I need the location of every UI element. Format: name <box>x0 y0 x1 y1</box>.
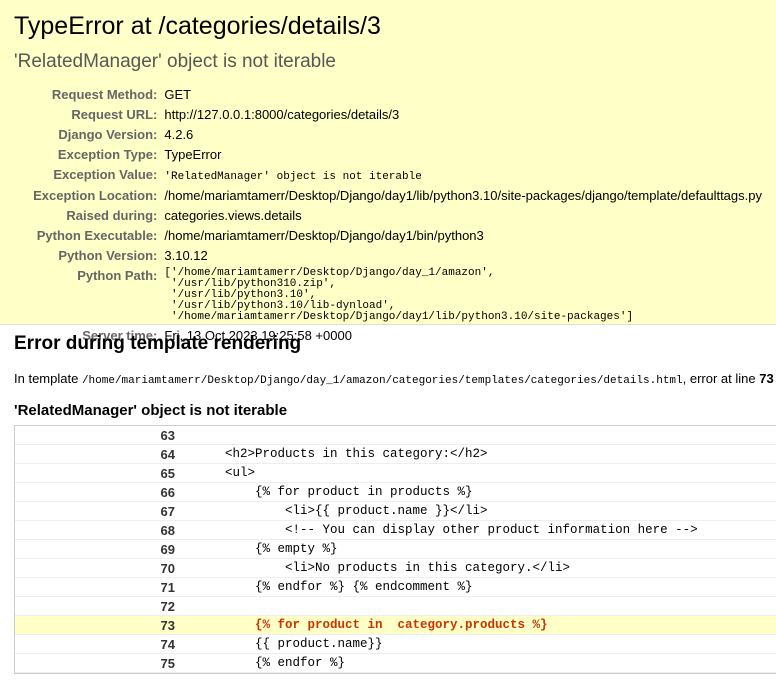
meta-value: categories.views.details <box>164 208 302 223</box>
template-info: In template /home/mariamtamerr/Desktop/D… <box>14 371 774 387</box>
line-code <box>183 596 776 616</box>
line-number: 75 <box>15 653 183 673</box>
meta-row: Exception Type: TypeError <box>14 145 762 165</box>
line-code: {% endfor %} <box>183 653 776 673</box>
page-title: TypeError at /categories/details/3 <box>14 12 381 40</box>
meta-row: Request Method: GET <box>14 85 762 105</box>
source-line: 64 <h2>Products in this category:</h2> <box>15 444 776 464</box>
line-code: {% endfor %} {% endcomment %} <box>183 577 776 597</box>
meta-row: Exception Value: 'RelatedManager' object … <box>14 165 762 186</box>
source-line: 72 <box>15 596 776 616</box>
line-number: 70 <box>15 558 183 578</box>
meta-label: Django Version: <box>58 127 158 142</box>
meta-value: GET <box>164 87 192 102</box>
line-number: 72 <box>15 596 183 616</box>
source-line: 71 {% endfor %} {% endcomment %} <box>15 577 776 597</box>
request-meta-table: Request Method: GET Request URL: http://127… <box>14 85 762 346</box>
meta-label: Request Method: <box>51 87 158 102</box>
line-number: 67 <box>15 501 183 521</box>
meta-row: Raised during: categories.views.details <box>14 206 762 226</box>
meta-value: 3.10.12 <box>164 248 208 263</box>
meta-value: TypeError <box>164 147 222 162</box>
line-number: 68 <box>15 520 183 540</box>
line-code: <!-- You can display other product infor… <box>183 520 776 540</box>
line-number: 63 <box>15 426 183 445</box>
meta-value: ['/home/mariamtamerr/Desktop/Django/day_… <box>164 266 762 326</box>
line-number: 73 <box>15 615 183 635</box>
exception-value: 'RelatedManager' object is not iterable <box>164 171 422 183</box>
meta-label: Raised during: <box>66 208 158 223</box>
template-error-message: 'RelatedManager' object is not iterable <box>14 402 288 419</box>
template-error-heading: Error during template rendering <box>14 333 302 354</box>
line-number: 69 <box>15 539 183 559</box>
meta-row: Python Executable: /home/mariamtamerr/Des… <box>14 226 762 246</box>
line-number: 66 <box>15 482 183 502</box>
meta-label: Exception Value: <box>53 167 158 182</box>
line-code: <h2>Products in this category:</h2> <box>183 444 776 464</box>
meta-label: Python Version: <box>58 248 158 263</box>
line-code <box>183 426 776 445</box>
meta-value: http://127.0.0.1:8000/categories/details… <box>164 107 400 122</box>
line-code: {% for product in products %} <box>183 482 776 502</box>
template-source: 63 64 <h2>Products in this category:</h2>… <box>14 425 776 674</box>
meta-row: Python Version: 3.10.12 <box>14 246 762 266</box>
source-line: 74 {{ product.name}} <box>15 634 776 654</box>
meta-label: Exception Location: <box>33 188 158 203</box>
meta-row: Django Version: 4.2.6 <box>14 125 762 145</box>
meta-label: Python Executable: <box>36 228 158 243</box>
meta-row: Python Path: ['/home/mariamtamerr/Desktop… <box>14 266 762 326</box>
line-number: 74 <box>15 634 183 654</box>
line-number: 65 <box>15 463 183 483</box>
source-line: 68 <!-- You can display other product in… <box>15 520 776 540</box>
line-number: 71 <box>15 577 183 597</box>
meta-value: 'RelatedManager' object is not iterable <box>164 165 762 186</box>
meta-label: Python Path: <box>77 268 158 283</box>
source-line: 65 <ul> <box>15 463 776 483</box>
source-line: 75 {% endfor %} <box>15 653 776 673</box>
template-path: /home/mariamtamerr/Desktop/Django/day_1/… <box>81 375 683 387</box>
source-line-error: 73 {% for product in category.products %… <box>15 615 776 635</box>
error-summary: TypeError at /categories/details/3 'Rela… <box>0 0 776 343</box>
line-number: 64 <box>15 444 183 464</box>
source-line: 66 {% for product in products %} <box>15 482 776 502</box>
meta-value: 4.2.6 <box>164 127 194 142</box>
source-line: 70 <li>No products in this category.</li… <box>15 558 776 578</box>
line-code: {{ product.name}} <box>183 634 776 654</box>
line-code: <li>No products in this category.</li> <box>183 558 776 578</box>
line-code: <li>{{ product.name }}</li> <box>183 501 776 521</box>
line-code: <ul> <box>183 463 776 483</box>
meta-row: Request URL: http://127.0.0.1:8000/catego… <box>14 105 762 125</box>
source-line: 67 <li>{{ product.name }}</li> <box>15 501 776 521</box>
error-line-number: 73 <box>759 371 774 386</box>
line-code: {% for product in category.products %} <box>183 615 776 635</box>
exception-message: 'RelatedManager' object is not iterable <box>14 51 336 72</box>
meta-value: /home/mariamtamerr/Desktop/Django/day1/l… <box>164 188 762 203</box>
source-line: 69 {% empty %} <box>15 539 776 559</box>
line-code: {% empty %} <box>183 539 776 559</box>
meta-label: Exception Type: <box>57 147 158 162</box>
meta-value: /home/mariamtamerr/Desktop/Django/day1/b… <box>164 228 484 243</box>
meta-row: Exception Location: /home/mariamtamerr/De… <box>14 186 762 206</box>
source-line: 63 <box>15 426 776 445</box>
template-error-section: Error during template rendering In templ… <box>0 325 776 674</box>
meta-label: Request URL: <box>71 107 158 122</box>
python-path: ['/home/mariamtamerr/Desktop/Django/day_… <box>164 267 634 323</box>
